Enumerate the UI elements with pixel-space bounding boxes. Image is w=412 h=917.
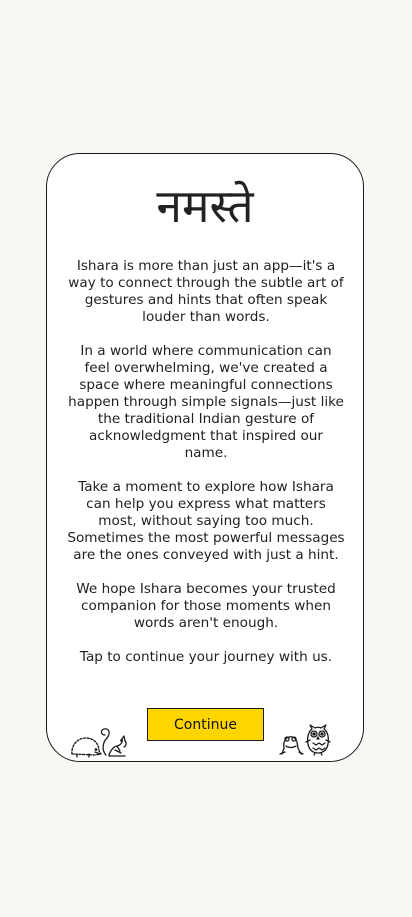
intro-paragraph: Tap to continue your journey with us. — [79, 649, 333, 665]
intro-paragraph: In a world where communication can feel … — [68, 343, 344, 461]
intro-text: Ishara is more than just an app—it's a w… — [67, 258, 345, 683]
frog-icon — [279, 736, 304, 755]
right-doodles — [277, 720, 335, 756]
intro-paragraph: Take a moment to explore how Ishara can … — [67, 479, 345, 563]
squirrel-icon — [100, 728, 127, 757]
hedgehog-icon — [71, 737, 102, 758]
intro-paragraph: Ishara is more than just an app—it's a w… — [68, 258, 344, 325]
left-doodles — [69, 724, 131, 758]
owl-icon — [305, 724, 331, 756]
greeting-title: नमस्ते — [156, 179, 254, 233]
continue-button[interactable]: Continue — [147, 708, 264, 741]
intro-paragraph: We hope Ishara becomes your trusted comp… — [76, 581, 336, 631]
welcome-card: नमस्ते Ishara is more than just an app—i… — [46, 153, 364, 762]
